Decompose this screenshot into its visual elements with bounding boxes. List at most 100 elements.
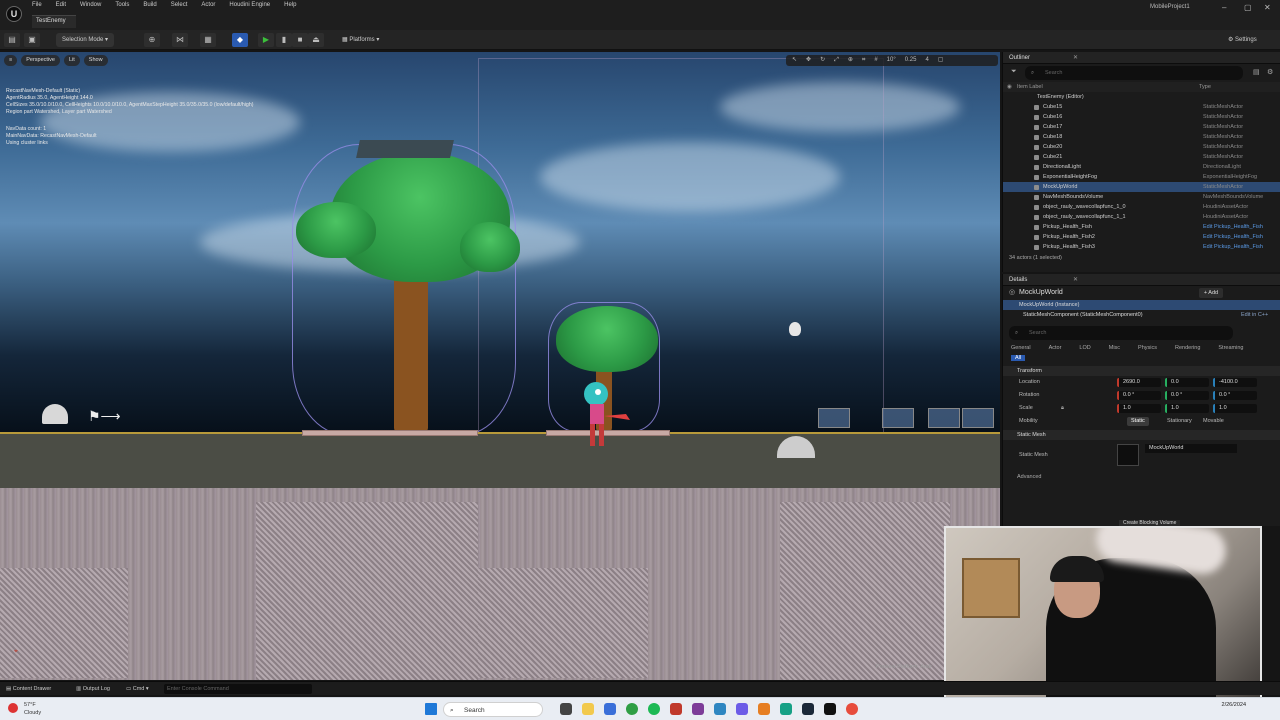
discord-icon[interactable] [736, 703, 748, 715]
store-icon[interactable] [604, 703, 616, 715]
tab-actor[interactable]: Actor [1049, 345, 1062, 351]
windows-start-icon[interactable] [425, 703, 437, 715]
steam-icon[interactable] [802, 703, 814, 715]
outliner-row[interactable]: ExponentialHeightFog ExponentialHeightFog [1003, 172, 1280, 182]
add-folder-icon[interactable]: ▤ [1253, 68, 1260, 76]
app-icon-orange[interactable] [758, 703, 770, 715]
scale-y-input[interactable]: 1.0 [1165, 404, 1209, 413]
outliner-row[interactable]: Pickup_Health_Fish2 Edit Pickup_Health_Fi… [1003, 232, 1280, 242]
content-drawer-button[interactable]: ▤ Content Drawer [6, 682, 51, 696]
sky-sphere-icon[interactable] [42, 404, 68, 424]
camera-actor-icon[interactable] [818, 408, 850, 428]
outliner-row[interactable]: Cube18 StaticMeshActor [1003, 132, 1280, 142]
mobility-movable[interactable]: Movable [1199, 417, 1228, 426]
scale-x-input[interactable]: 1.0 [1117, 404, 1161, 413]
stop-icon[interactable]: ■ [292, 33, 308, 47]
component-row-mesh[interactable]: StaticMeshComponent (StaticMeshComponent… [1003, 310, 1280, 320]
unreal-taskbar-icon[interactable] [824, 703, 836, 715]
camera-actor-icon[interactable] [962, 408, 994, 428]
rotation-snap-value[interactable]: 10° [887, 55, 896, 66]
select-tool-icon[interactable]: ↖ [792, 55, 797, 66]
close-window-button[interactable]: ✕ [1264, 3, 1271, 12]
output-log-button[interactable]: ▥ Output Log [76, 682, 110, 696]
platforms-dropdown[interactable]: ▦ Platforms ▾ [342, 33, 379, 47]
lit-button[interactable]: Lit [63, 55, 80, 66]
outliner-search-input[interactable]: ⌕ Search [1025, 66, 1243, 80]
tab-rendering[interactable]: Rendering [1175, 345, 1200, 351]
outliner-row[interactable]: object_rauly_wavecollapfunc_1_0 HoudiniAs… [1003, 202, 1280, 212]
cinematics-icon[interactable]: ▦ [200, 33, 216, 47]
world-space-icon[interactable]: ⊕ [848, 55, 853, 66]
static-mesh-dropdown[interactable]: MockUpWorld [1145, 444, 1237, 453]
filter-icon[interactable]: ⏷ [1011, 68, 1017, 76]
outliner-row[interactable]: NavMeshBoundsVolume NavMeshBoundsVolume [1003, 192, 1280, 202]
rotation-z-input[interactable]: 0.0 ° [1213, 391, 1257, 400]
camera-actor-icon[interactable] [928, 408, 960, 428]
camera-speed-value[interactable]: 4 [925, 55, 928, 66]
light-source-icon[interactable] [789, 322, 801, 336]
location-y-input[interactable]: 0.0 [1165, 378, 1209, 387]
maximize-button[interactable]: ▢ [1244, 3, 1252, 12]
outliner-row[interactable]: Cube20 StaticMeshActor [1003, 142, 1280, 152]
grid-snap-icon[interactable]: # [874, 55, 877, 66]
level-viewport[interactable]: ⚑⟶ ≡ Perspective Lit Show ↖ ✥ ↻ ⤢ ⊕ ⌗ # … [0, 52, 1000, 680]
file-explorer-icon[interactable] [582, 703, 594, 715]
rotation-label[interactable]: Rotation [1019, 389, 1040, 402]
type-column[interactable]: Type [1199, 82, 1211, 92]
edit-blueprint-link[interactable]: Edit Pickup_Health_Fish [1203, 242, 1263, 252]
camera-actor-icon[interactable] [882, 408, 914, 428]
outliner-row[interactable]: Cube17 StaticMeshActor [1003, 122, 1280, 132]
edit-in-cpp-link[interactable]: Edit in C++ [1241, 310, 1268, 320]
cmd-dropdown[interactable]: ▭ Cmd ▾ [126, 682, 149, 696]
play-icon[interactable]: ▶ [258, 33, 274, 47]
close-icon[interactable]: ✕ [1073, 52, 1078, 64]
player-start-icon[interactable]: ⚑⟶ [88, 408, 124, 424]
outliner-row[interactable]: object_rauly_wavecollapfunc_1_1 HoudiniAs… [1003, 212, 1280, 222]
app-icon-blue[interactable] [714, 703, 726, 715]
mobility-static[interactable]: Static [1127, 417, 1149, 426]
minimize-button[interactable]: – [1222, 3, 1226, 12]
player-character[interactable] [578, 374, 638, 454]
menu-tools[interactable]: Tools [115, 2, 129, 8]
menu-build[interactable]: Build [143, 2, 156, 8]
chrome-icon[interactable] [626, 703, 638, 715]
menu-edit[interactable]: Edit [56, 2, 66, 8]
settings-button[interactable]: ⚙ Settings [1228, 33, 1257, 47]
add-component-button[interactable]: + Add [1199, 288, 1223, 298]
add-actor-icon[interactable]: ⊕ [144, 33, 160, 47]
perspective-button[interactable]: Perspective [21, 55, 60, 66]
outliner-row[interactable]: Cube16 StaticMeshActor [1003, 112, 1280, 122]
task-view-icon[interactable] [560, 703, 572, 715]
outliner-row[interactable]: Cube15 StaticMeshActor [1003, 102, 1280, 112]
menu-help[interactable]: Help [284, 2, 296, 8]
location-x-input[interactable]: 2690.0 [1117, 378, 1161, 387]
menu-file[interactable]: File [32, 2, 42, 8]
build-icon[interactable]: ◆ [232, 33, 248, 47]
show-button[interactable]: Show [83, 55, 108, 66]
unreal-logo-icon[interactable]: U [6, 6, 22, 22]
outliner-row[interactable]: MockUpWorld StaticMeshActor [1003, 182, 1280, 192]
app-icon-red[interactable] [670, 703, 682, 715]
maximize-viewport-icon[interactable]: ▢ [938, 55, 944, 66]
item-label-column[interactable]: Item Label [1017, 84, 1043, 90]
details-tab[interactable]: Details ✕ [1003, 274, 1280, 286]
rotation-y-input[interactable]: 0.0 ° [1165, 391, 1209, 400]
menu-window[interactable]: Window [80, 2, 101, 8]
component-row-instance[interactable]: MockUpWorld (Instance) [1003, 300, 1280, 310]
level-tab[interactable]: TestEnemy [32, 15, 76, 28]
outliner-row[interactable]: DirectionalLight DirectionalLight [1003, 162, 1280, 172]
tab-all[interactable]: All [1011, 355, 1026, 361]
outliner-tab[interactable]: Outliner ✕ [1003, 52, 1280, 64]
taskbar-clock[interactable]: 2/26/2024 [1206, 701, 1246, 709]
menu-actor[interactable]: Actor [201, 2, 215, 8]
scale-snap-value[interactable]: 0.25 [905, 55, 917, 66]
outliner-row[interactable]: Pickup_Health_Fish3 Edit Pickup_Health_Fi… [1003, 242, 1280, 252]
tab-streaming[interactable]: Streaming [1218, 345, 1243, 351]
rotate-tool-icon[interactable]: ↻ [820, 55, 825, 66]
app-icon-teal[interactable] [780, 703, 792, 715]
close-icon[interactable]: ✕ [1073, 274, 1078, 286]
edit-blueprint-link[interactable]: Edit Pickup_Health_Fish [1203, 232, 1263, 242]
save-icon[interactable]: ▤ [4, 33, 20, 47]
transform-section[interactable]: Transform [1003, 366, 1280, 376]
taskbar-search[interactable]: ⌕ Search [443, 702, 543, 717]
